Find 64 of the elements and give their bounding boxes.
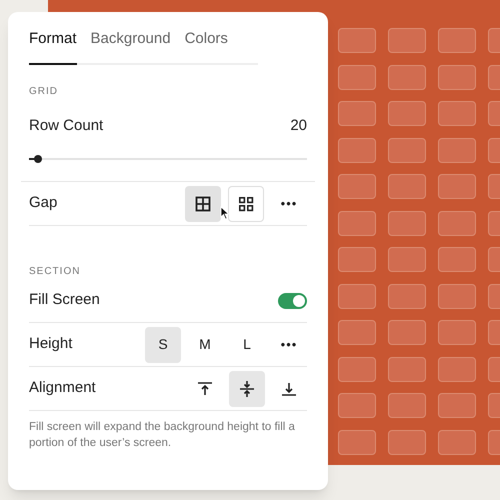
more-button[interactable]: ••• (271, 334, 307, 354)
field-label: Row Count (29, 116, 104, 136)
help-text: Fill screen will expand the background height to fill a portion of the user’s screen. (29, 420, 296, 451)
field-label: Gap (29, 193, 58, 214)
grid-cell (388, 320, 426, 345)
grid-cell (438, 101, 476, 126)
grid-cell (438, 64, 476, 90)
grid-cell (338, 430, 376, 454)
align-top-icon (196, 380, 214, 396)
size-option-button[interactable]: L (229, 326, 265, 362)
align-bottom-icon (280, 380, 298, 396)
grid-icon (238, 196, 254, 212)
grid-cell (388, 284, 426, 308)
grid-cell (388, 356, 426, 382)
grid-cell (388, 210, 426, 236)
grid-cell (438, 28, 476, 53)
grid-cell (338, 320, 376, 345)
alignment-option-button[interactable] (229, 370, 265, 406)
toggle-switch[interactable] (278, 292, 307, 308)
grid-cell (388, 28, 426, 53)
grid-cell (438, 430, 476, 454)
grid-cell (388, 138, 426, 162)
gap-option-button[interactable] (228, 186, 264, 222)
grid-cell (338, 247, 376, 272)
grid-cell (338, 101, 376, 126)
tab[interactable]: Format (29, 28, 77, 64)
size-option-button[interactable]: S (145, 326, 181, 362)
cursor-icon (220, 206, 230, 220)
slider-thumb[interactable] (34, 155, 42, 163)
section-heading: SECTION (29, 265, 82, 279)
field-label: Fill Screen (29, 290, 100, 310)
field-label: Alignment (29, 378, 96, 398)
grid-cell (338, 64, 376, 90)
grid-cell (388, 101, 426, 126)
grid-cell (338, 284, 376, 308)
size-option-button[interactable]: M (187, 326, 223, 362)
grid-icon (195, 196, 211, 212)
grid-cell (438, 393, 476, 418)
grid-cell (388, 430, 426, 454)
grid-cell (338, 174, 376, 199)
align-middle-icon (238, 380, 256, 398)
grid-cell (338, 393, 376, 418)
section-heading: GRID (29, 84, 59, 98)
grid-cell (388, 64, 426, 90)
grid-cell (338, 210, 376, 236)
grid-cell (438, 174, 476, 199)
grid-cell (438, 284, 476, 308)
tab[interactable]: Colors (184, 28, 228, 64)
grid-cell (438, 356, 476, 382)
grid-cell (438, 210, 476, 236)
grid-cell (338, 356, 376, 382)
value-text: 20 (290, 116, 307, 136)
grid-cell (438, 320, 476, 345)
grid-cell (338, 28, 376, 53)
grid-cell (438, 247, 476, 272)
gap-option-button[interactable] (185, 186, 221, 222)
tab[interactable]: Background (90, 28, 171, 64)
grid-cell (388, 174, 426, 199)
grid-cell (438, 138, 476, 162)
grid-cell (388, 247, 426, 272)
grid-cell (388, 393, 426, 418)
grid-cell (338, 138, 376, 162)
more-button[interactable]: ••• (271, 194, 307, 214)
field-label: Height (29, 334, 72, 354)
